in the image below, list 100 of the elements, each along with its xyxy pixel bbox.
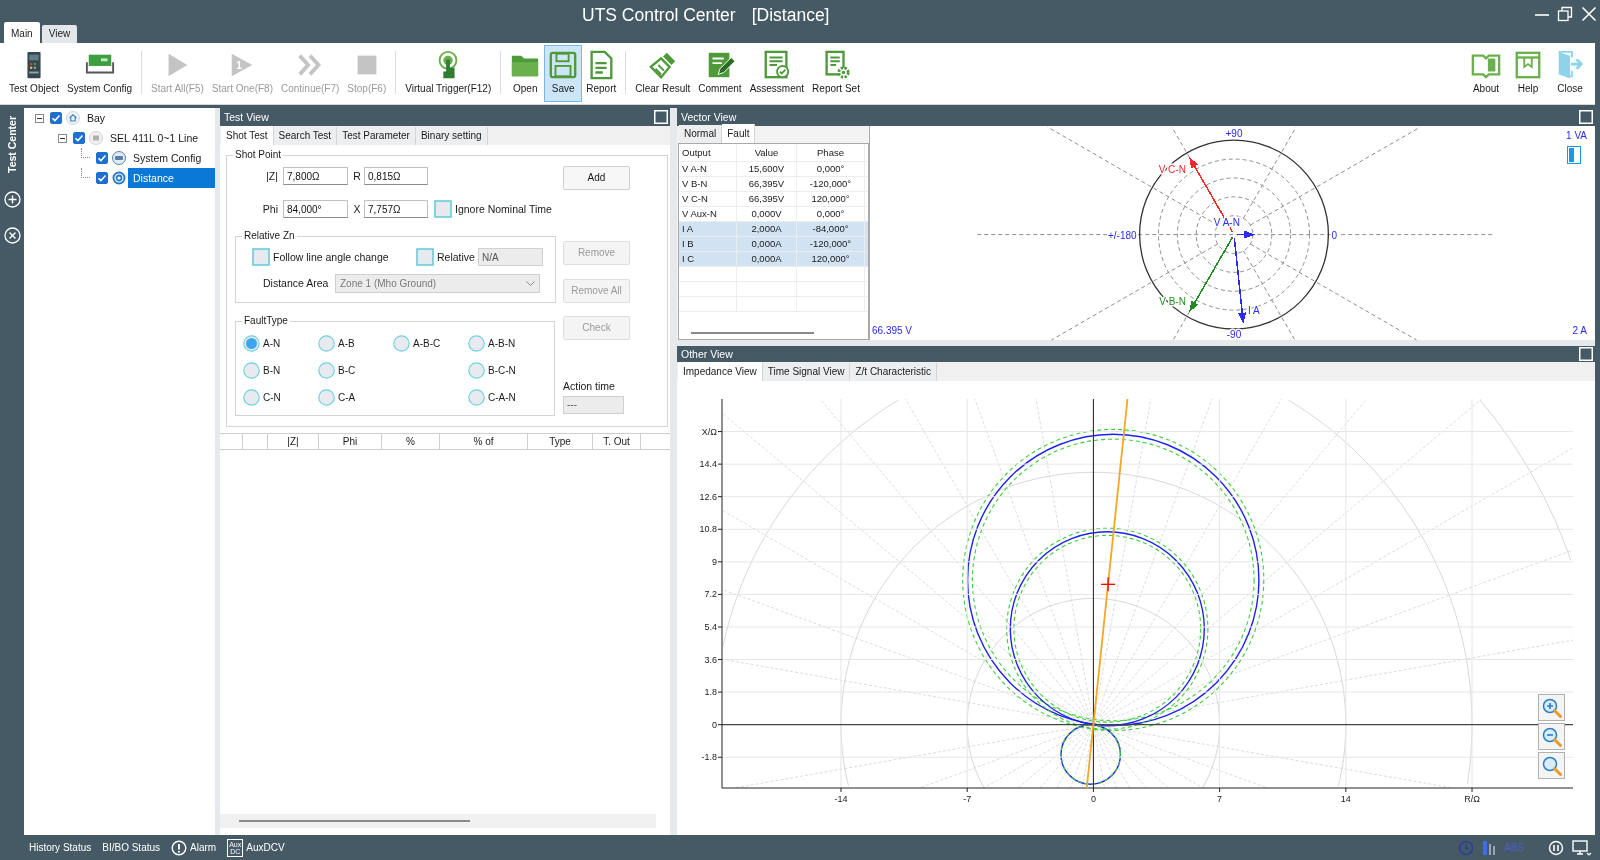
axis-tick-label: 0	[1090, 794, 1096, 804]
axis-label: -90	[1226, 329, 1242, 340]
tab[interactable]: Shot Test	[221, 126, 274, 145]
close-circle-icon[interactable]	[3, 227, 21, 244]
close-button[interactable]	[1581, 6, 1597, 22]
input-field[interactable]: 84,000°	[283, 200, 348, 218]
toolbar-button[interactable]: Close	[1551, 45, 1589, 102]
radio-button[interactable]	[468, 362, 485, 379]
status-label: BI/BO Status	[102, 841, 161, 854]
restore-button[interactable]	[1557, 6, 1573, 22]
radio-label: C-N	[263, 391, 281, 404]
checkbox[interactable]	[50, 112, 62, 124]
radio-button[interactable]	[318, 335, 335, 352]
tab[interactable]: Test Parameter	[337, 127, 416, 145]
panel-title: Vector View	[681, 110, 737, 124]
checkbox[interactable]	[434, 200, 452, 218]
tab[interactable]: Binary setting	[415, 127, 488, 145]
input-field[interactable]: 0,815Ω	[364, 167, 428, 185]
column-header: T. Out	[593, 434, 641, 449]
split-view-icon[interactable]	[1567, 146, 1581, 164]
table-cell: I B	[679, 237, 737, 251]
phasor-label: V C-N	[1158, 163, 1186, 175]
side-panel-label[interactable]: Test Center	[5, 116, 19, 173]
checkbox[interactable]	[96, 172, 108, 184]
axis-tick-label: -1.8	[701, 752, 717, 763]
toolbar-button[interactable]: Save	[544, 45, 583, 102]
input-field[interactable]: 7,800Ω	[283, 167, 348, 185]
table-cell: V Aux-N	[679, 207, 737, 221]
maximize-icon[interactable]	[654, 110, 668, 124]
toolbar-button[interactable]: System Config	[63, 45, 137, 102]
table-row[interactable]: I A 2,000A -84,000°	[679, 222, 868, 237]
column-header: %	[382, 434, 440, 449]
toolbar-button[interactable]: Test Object	[5, 45, 64, 102]
maximize-icon[interactable]	[1579, 347, 1593, 361]
maximize-icon[interactable]	[1579, 110, 1593, 124]
tab[interactable]: Impedance View	[678, 362, 763, 381]
status-label: AuxDCV	[246, 841, 285, 854]
tree-item[interactable]: Distance	[128, 168, 215, 188]
scrollbar-thumb[interactable]	[691, 332, 814, 334]
table-cell: V C-N	[679, 192, 737, 206]
tab[interactable]: Normal	[679, 125, 723, 143]
table-row[interactable]: I B 0,000A -120,000°	[679, 237, 868, 252]
collapse-icon[interactable]	[58, 133, 67, 143]
tree-item[interactable]: Bay	[82, 108, 215, 128]
radio-button[interactable]	[243, 362, 260, 379]
ribbon-tab[interactable]: Main	[4, 22, 40, 43]
radio-label: A-B	[338, 337, 355, 350]
ribbon-tab[interactable]: View	[41, 25, 78, 43]
checkbox[interactable]	[252, 248, 270, 266]
axis-tick-label: 14	[1340, 794, 1351, 804]
axis-tick-label: 0	[712, 719, 717, 730]
input-field[interactable]: 7,757Ω	[364, 200, 428, 218]
collapse-icon[interactable]	[35, 113, 44, 123]
table-row[interactable]: V A-N 15,600V 0,000°	[679, 162, 868, 177]
radio-button[interactable]	[468, 335, 485, 352]
column-header: Type	[528, 434, 593, 449]
tab[interactable]: Z/t Characteristic	[850, 363, 938, 381]
toolbar-button[interactable]: Virtual Trigger(F12)	[401, 45, 496, 102]
minimize-button[interactable]	[1535, 14, 1549, 17]
toolbar-button[interactable]: Assessment	[745, 45, 809, 102]
table-row[interactable]: V C-N 66,395V 120,000°	[679, 192, 868, 207]
toolbar-button[interactable]: Open	[506, 45, 545, 102]
toolbar-button[interactable]: About	[1467, 45, 1505, 102]
axis-label: 0	[1331, 229, 1337, 241]
radio-button[interactable]	[318, 362, 335, 379]
toolbar-button[interactable]: Report Set	[808, 45, 864, 102]
level-bars-icon[interactable]	[1482, 839, 1496, 856]
radio-button[interactable]	[318, 389, 335, 406]
tab[interactable]: Search Test	[273, 127, 338, 145]
tree-item[interactable]: SEL 411L 0~1 Line	[105, 128, 215, 148]
toolbar-button[interactable]: Report	[582, 45, 621, 102]
radio-button[interactable]	[243, 389, 260, 406]
table-cell: V A-N	[679, 162, 737, 176]
table-cell: 15,600V	[737, 162, 797, 176]
alert-icon	[171, 839, 188, 856]
axis-tick-label: -14	[834, 794, 848, 804]
toolbar-button[interactable]: Clear Result	[631, 45, 695, 102]
radio-button[interactable]	[243, 335, 260, 352]
form-button[interactable]: Add	[563, 166, 630, 190]
table-cell: 0,000°	[797, 207, 865, 221]
table-row[interactable]: I C 0,000A 120,000°	[679, 252, 868, 267]
monitor-icon[interactable]	[1572, 838, 1592, 857]
scrollbar-thumb[interactable]	[239, 820, 470, 822]
tab[interactable]: Time Signal View	[762, 363, 851, 381]
radio-button[interactable]	[468, 389, 485, 406]
pause-icon[interactable]	[1548, 839, 1564, 856]
axis-tick-label: 10.8	[699, 524, 717, 535]
panel-icon	[112, 151, 126, 165]
scrollbar[interactable]	[220, 814, 656, 828]
toolbar-button[interactable]: Help	[1509, 45, 1547, 102]
add-circle-icon[interactable]	[3, 191, 21, 208]
checkbox[interactable]	[96, 152, 108, 164]
toolbar-button[interactable]: Comment	[694, 45, 746, 102]
tree-item[interactable]: System Config	[128, 148, 215, 168]
table-cell: V B-N	[679, 177, 737, 191]
table-row[interactable]: V B-N 66,395V -120,000°	[679, 177, 868, 192]
radio-button[interactable]	[393, 335, 410, 352]
tab[interactable]: Fault	[722, 124, 756, 143]
checkbox[interactable]	[73, 132, 85, 144]
axis-label: +/-180	[1107, 229, 1137, 241]
